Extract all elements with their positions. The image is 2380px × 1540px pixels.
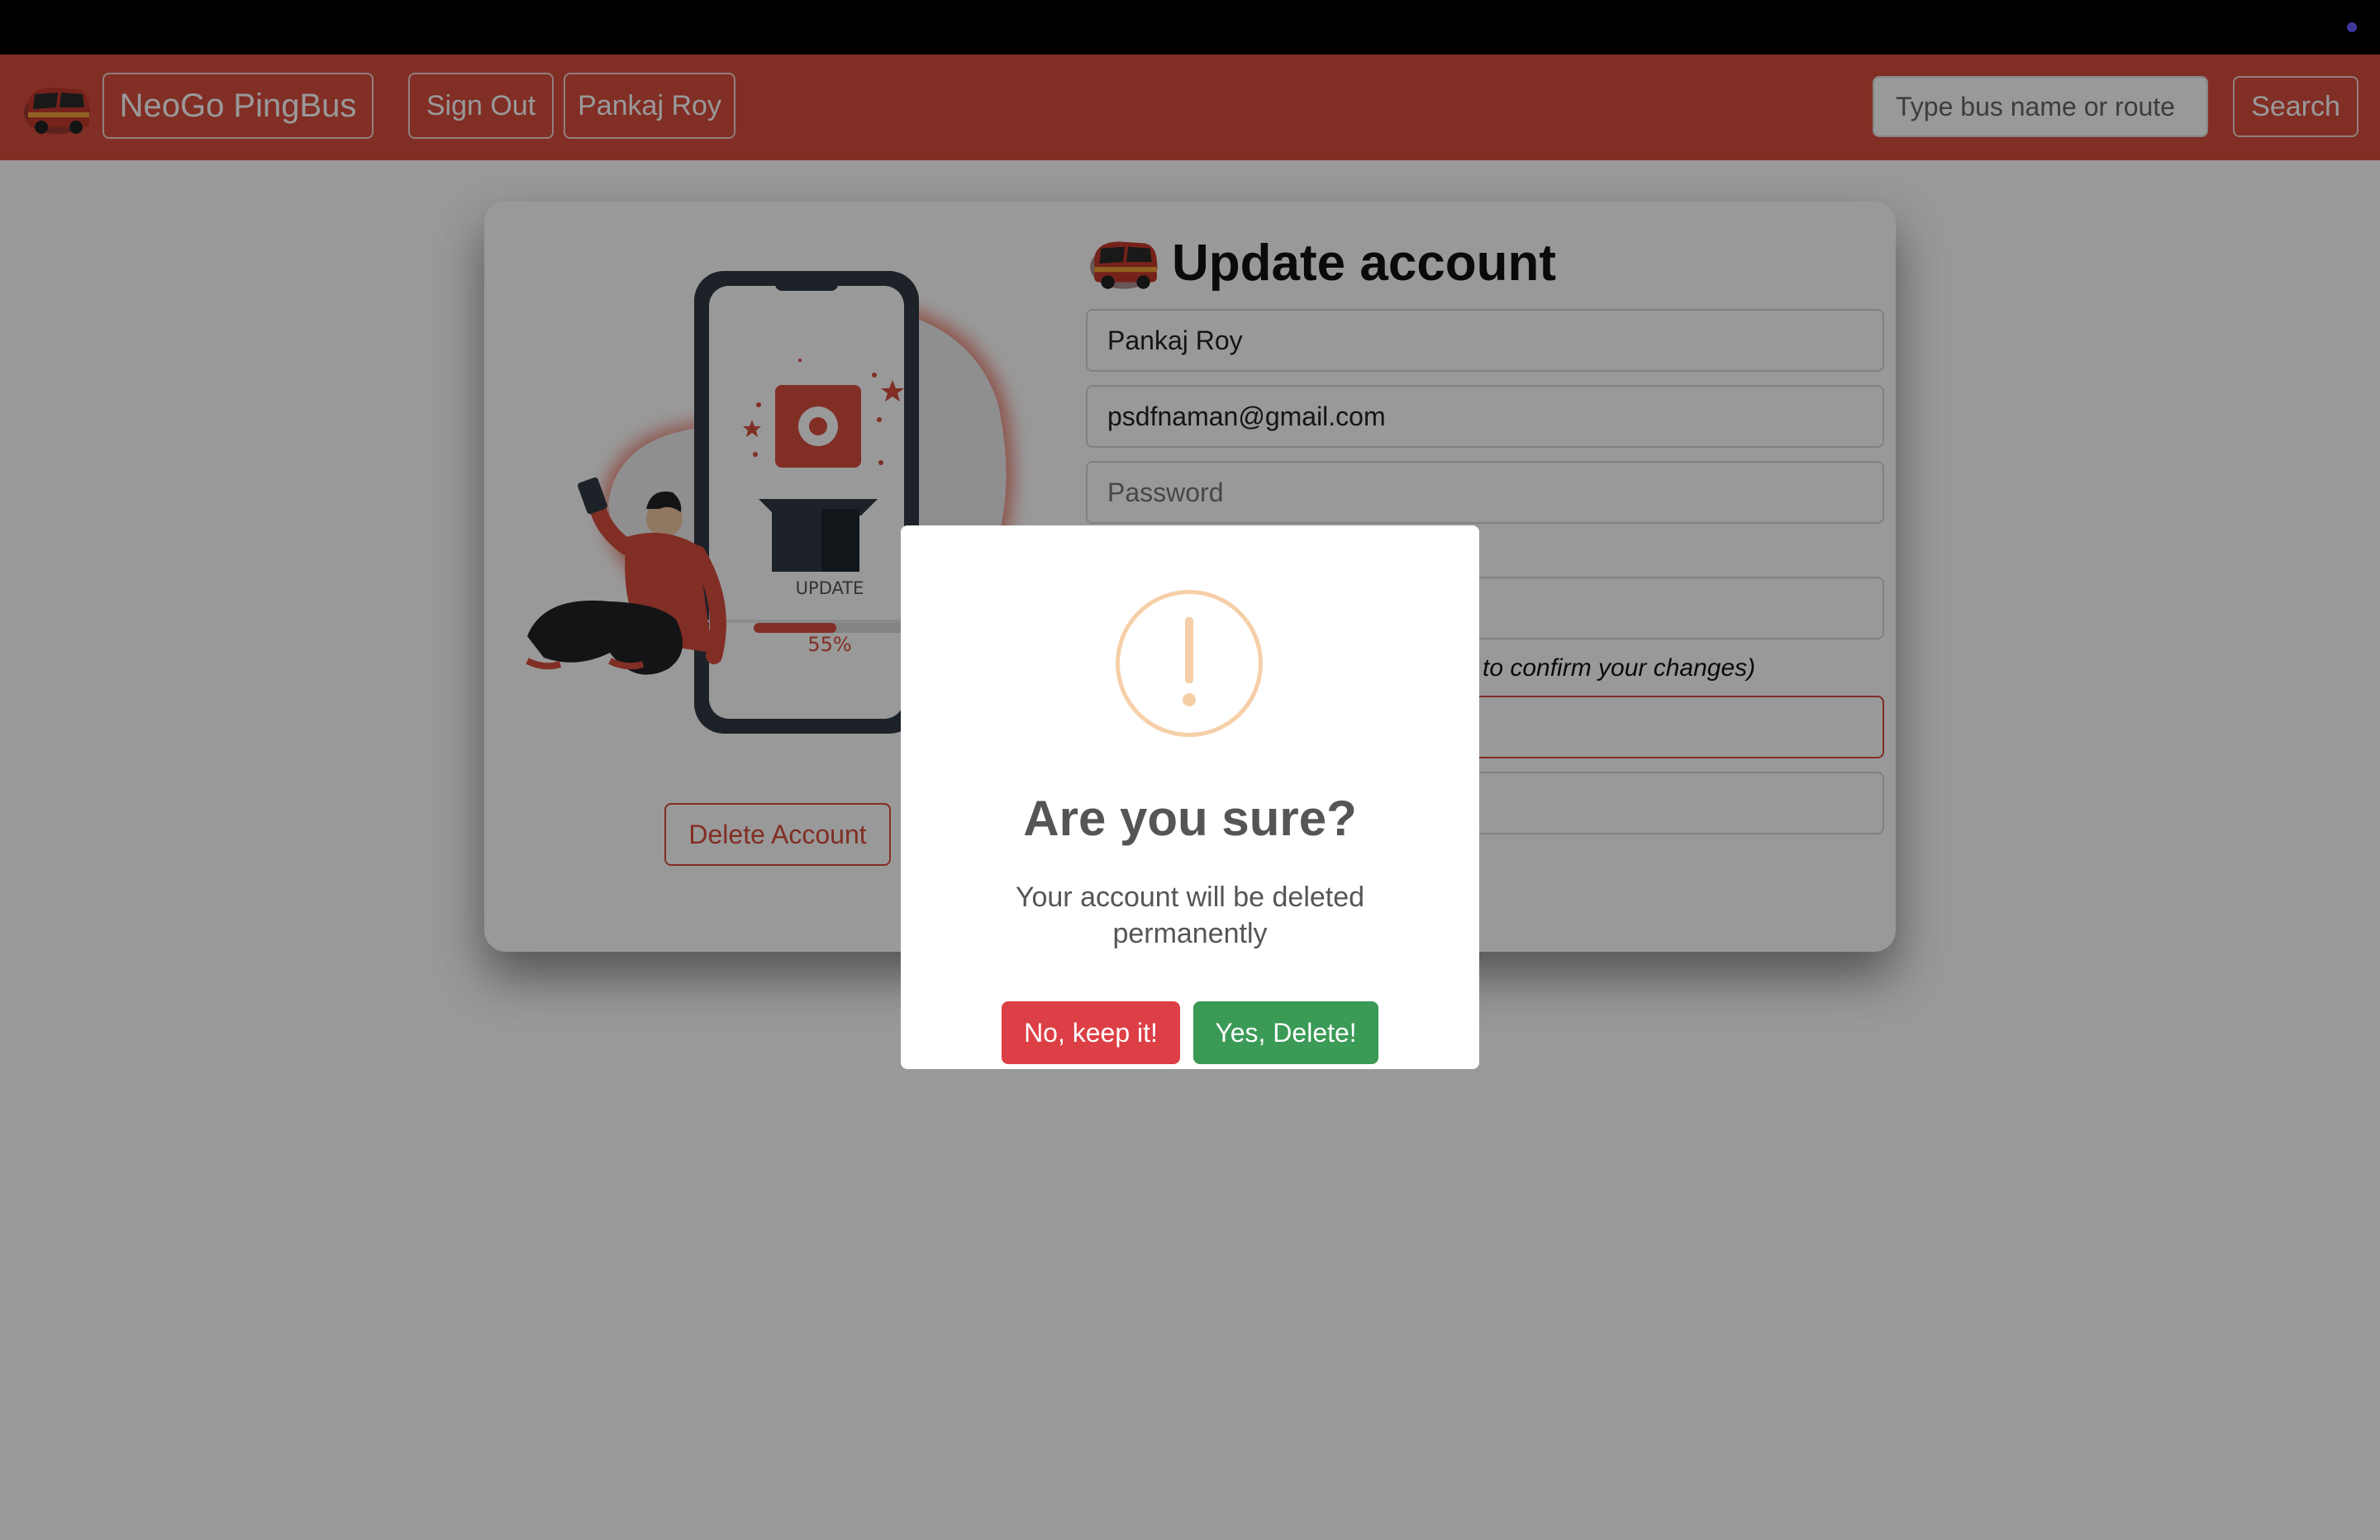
dialog-message: Your account will be deleted permanently (1015, 882, 1365, 949)
dialog-title: Are you sure? (1023, 791, 1357, 846)
exclamation-icon (1116, 590, 1263, 737)
confirm-delete-button[interactable]: Yes, Delete! (1193, 1001, 1378, 1064)
cancel-button[interactable]: No, keep it! (1002, 1001, 1180, 1064)
confirm-dialog: Are you sure? Your account will be delet… (901, 525, 1479, 1069)
